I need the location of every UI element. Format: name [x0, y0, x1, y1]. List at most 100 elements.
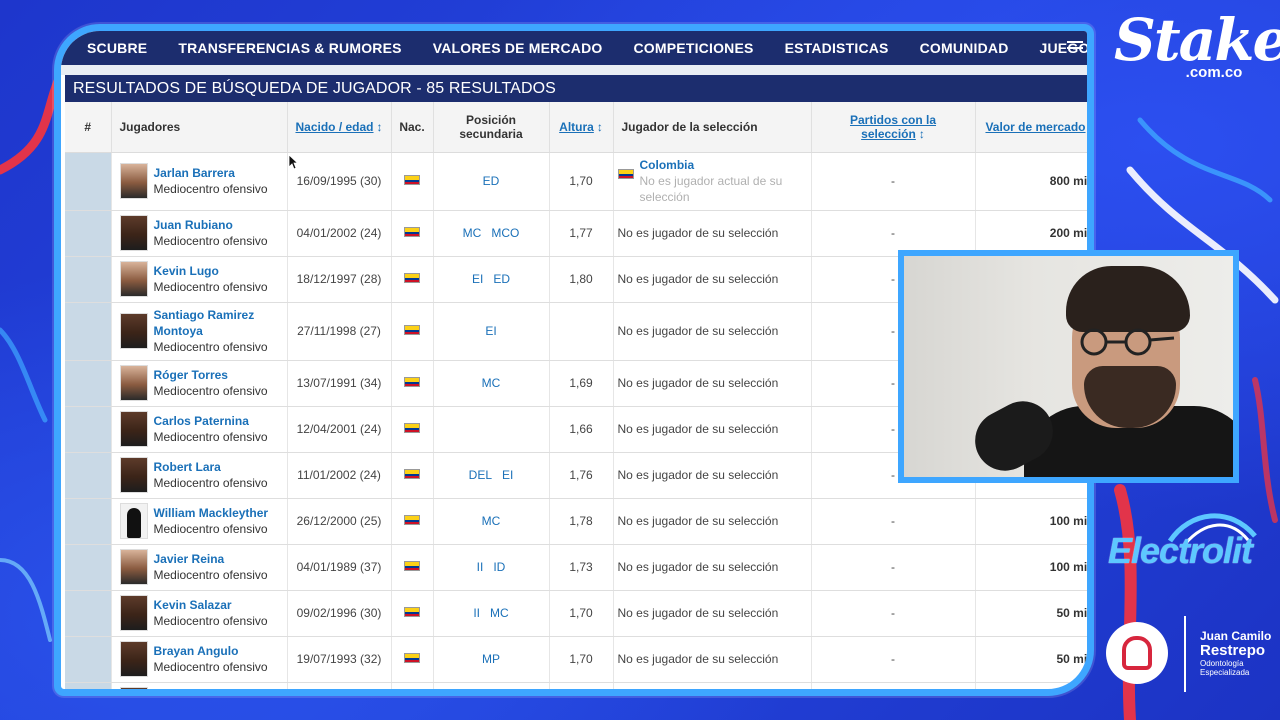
row-number-cell — [65, 256, 112, 303]
table-row[interactable]: Javier Reina Mediocentro ofensivo 04/01/… — [65, 544, 1087, 591]
colombia-flag-icon[interactable] — [404, 227, 420, 237]
colombia-flag-icon[interactable] — [404, 515, 420, 525]
hamburger-menu-icon[interactable] — [1067, 41, 1083, 55]
player-name-link[interactable]: William Mackleyther — [154, 505, 269, 521]
player-name-link[interactable]: Robert Lara — [154, 459, 268, 475]
table-row[interactable]: Kevin Salazar Mediocentro ofensivo 09/02… — [65, 590, 1087, 637]
player-name-link[interactable]: Jarlan Barrera — [154, 165, 268, 181]
header-height[interactable]: Altura ↕ — [549, 102, 614, 153]
market-value-cell[interactable]: 50 mil € — [975, 590, 1087, 637]
market-value-cell[interactable]: 800 mil € — [975, 152, 1087, 211]
row-number-cell — [65, 452, 112, 499]
player-cell: Kevin Lugo Mediocentro ofensivo — [111, 256, 288, 303]
colombia-flag-icon[interactable] — [404, 561, 420, 571]
header-value[interactable]: Valor de mercado↕ — [975, 102, 1087, 153]
colombia-flag-icon[interactable] — [404, 607, 420, 617]
table-row[interactable]: William Mackleyther Mediocentro ofensivo… — [65, 498, 1087, 545]
national-player-cell: No es jugador de su selección — [613, 498, 812, 545]
player-photo[interactable] — [119, 163, 148, 199]
tooth-logo-icon — [1106, 622, 1168, 684]
colombia-flag-icon[interactable] — [404, 469, 420, 479]
colombia-flag-icon[interactable] — [404, 325, 420, 335]
player-photo[interactable] — [119, 503, 148, 539]
secondary-position[interactable]: MC — [482, 376, 501, 390]
selection-country[interactable]: Colombia — [640, 157, 806, 173]
secondary-position[interactable]: EI — [502, 468, 513, 482]
colombia-flag-icon[interactable] — [404, 175, 420, 185]
player-photo[interactable] — [119, 411, 148, 447]
player-name-link[interactable]: Kevin Lugo — [154, 263, 268, 279]
player-name-link[interactable]: Róger Torres — [154, 367, 268, 383]
header-caps[interactable]: Partidos con la selección ↕ — [811, 102, 976, 153]
nationality-cell — [391, 210, 434, 257]
market-value-cell[interactable]: 50 mil € — [975, 636, 1087, 683]
height-cell: 1,70 — [549, 590, 614, 637]
header-value-label[interactable]: Valor de mercado — [985, 120, 1085, 134]
player-name-link[interactable]: Juan Rubiano — [154, 217, 268, 233]
secondary-position[interactable]: MC — [463, 226, 482, 240]
table-row[interactable]: Jarlan Barrera Mediocentro ofensivo 16/0… — [65, 152, 1087, 211]
market-value-cell[interactable]: 100 mil € — [975, 544, 1087, 591]
header-born-label[interactable]: Nacido / edad — [295, 120, 373, 134]
secondary-position[interactable]: II — [473, 606, 480, 620]
colombia-flag-icon[interactable] — [404, 273, 420, 283]
nationality-cell — [391, 590, 434, 637]
secondary-position[interactable]: DEL — [469, 468, 492, 482]
secondary-position[interactable]: ED — [483, 174, 500, 188]
player-position: Mediocentro ofensivo — [153, 340, 268, 354]
player-photo[interactable] — [119, 595, 148, 631]
nav-item-descubre[interactable]: SCUBRE — [87, 40, 147, 56]
player-name-link[interactable]: Kevin Salazar — [154, 597, 268, 613]
sponsor-line-2: Restrepo — [1200, 642, 1266, 659]
player-position: Mediocentro ofensivo — [153, 234, 268, 248]
colombia-flag-icon[interactable] — [404, 377, 420, 387]
player-photo[interactable] — [119, 365, 148, 401]
player-name-link[interactable]: Santiago Ramirez Montoya — [154, 307, 282, 339]
player-photo[interactable] — [119, 549, 148, 585]
row-number-cell — [65, 152, 112, 211]
header-height-label[interactable]: Altura — [559, 120, 594, 134]
row-number-cell — [65, 498, 112, 545]
secondary-position[interactable]: MC — [490, 606, 509, 620]
secondary-position[interactable]: ED — [493, 272, 510, 286]
player-name-link[interactable]: Carlos Paternina — [154, 413, 268, 429]
nav-item-comunidad[interactable]: COMUNIDAD — [920, 40, 1009, 56]
player-name-link[interactable]: Javier Reina — [154, 551, 268, 567]
player-photo[interactable] — [119, 313, 148, 349]
secondary-position[interactable]: MCO — [491, 226, 519, 240]
height-cell: 1,70 — [549, 152, 614, 211]
secondary-position[interactable]: MP — [482, 652, 500, 666]
nav-item-estadisticas[interactable]: ESTADISTICAS — [785, 40, 889, 56]
player-position: Mediocentro ofensivo — [153, 568, 268, 582]
selection-status: No es jugador de su selección — [617, 376, 779, 390]
selection-status: No es jugador de su selección — [617, 226, 779, 240]
national-player-cell: No es jugador de su selección — [613, 256, 812, 303]
nav-item-competiciones[interactable]: COMPETICIONES — [634, 40, 754, 56]
nav-item-transferencias[interactable]: TRANSFERENCIAS & RUMORES — [178, 40, 401, 56]
selection-status: No es jugador de su selección — [617, 422, 779, 436]
secondary-position[interactable]: MC — [482, 514, 501, 528]
player-photo[interactable] — [119, 457, 148, 493]
secondary-position[interactable]: II — [477, 560, 484, 574]
secondary-position[interactable]: EI — [472, 272, 483, 286]
nationality-cell — [391, 452, 434, 499]
table-row[interactable]: Brayan Angulo Mediocentro ofensivo 19/07… — [65, 636, 1087, 683]
nav-item-valores[interactable]: VALORES DE MERCADO — [433, 40, 603, 56]
results-title: RESULTADOS DE BÚSQUEDA DE JUGADOR - 85 R… — [65, 75, 1087, 102]
secondary-position[interactable]: ID — [493, 560, 505, 574]
colombia-flag-icon[interactable] — [404, 423, 420, 433]
caps-cell: - — [811, 152, 976, 211]
player-name-link[interactable]: Brayan Angulo — [154, 643, 268, 659]
player-photo[interactable] — [119, 687, 148, 689]
colombia-flag-icon[interactable] — [404, 653, 420, 663]
market-value-cell[interactable] — [975, 682, 1087, 689]
player-photo[interactable] — [119, 261, 148, 297]
header-born[interactable]: Nacido / edad ↕ — [287, 102, 392, 153]
player-photo[interactable] — [119, 641, 148, 677]
player-photo[interactable] — [119, 215, 148, 251]
market-value-cell[interactable]: 100 mil € — [975, 498, 1087, 545]
colombia-flag-icon — [617, 169, 634, 179]
national-player-cell: No es jugador de su selección — [613, 452, 812, 499]
table-row[interactable]: Sebastián Velásquez — [65, 682, 1087, 689]
secondary-position[interactable]: EI — [485, 324, 496, 338]
